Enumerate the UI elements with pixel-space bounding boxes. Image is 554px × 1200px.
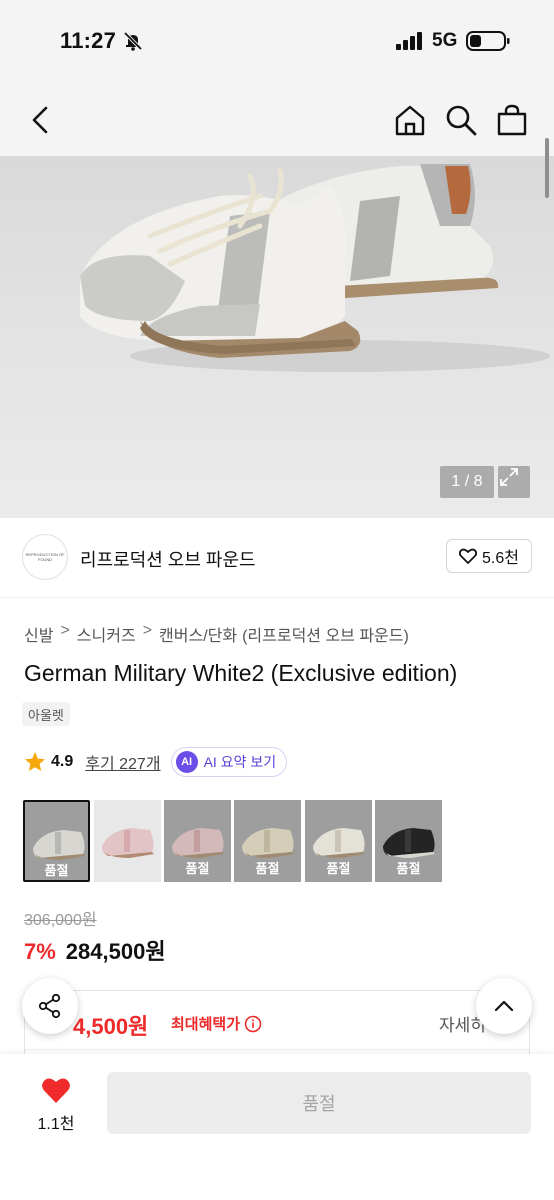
status-bar: 11:27 5G: [0, 0, 554, 84]
benefit-label-group: 최대혜택가: [171, 1013, 262, 1034]
battery-icon: [466, 31, 510, 51]
wishlist-button[interactable]: 1.1천: [24, 1076, 88, 1140]
bottom-action-bar: 1.1천 품절: [0, 1054, 554, 1200]
shopping-bag-icon[interactable]: [494, 102, 530, 138]
heart-outline-icon: [459, 548, 478, 564]
benefit-label: 최대혜택가: [171, 1016, 241, 1033]
product-image[interactable]: 1 / 8: [0, 156, 554, 518]
brand-row: REPRODUCTION OF FOUND 리프로덕션 오브 파운드 5.6천: [0, 518, 554, 598]
share-button[interactable]: [22, 978, 78, 1034]
chevron-right-icon: >: [60, 622, 70, 639]
share-icon: [38, 993, 61, 1019]
brand-logo[interactable]: REPRODUCTION OF FOUND: [22, 534, 68, 580]
soldout-label: 품절: [396, 861, 421, 876]
original-price: 306,000원: [24, 912, 97, 929]
discount-rate: 7%: [24, 939, 56, 964]
home-icon[interactable]: [392, 102, 428, 138]
breadcrumb-item[interactable]: (리프로덕션 오브 파운드): [242, 622, 409, 646]
heart-filled-icon: [42, 1078, 70, 1103]
top-nav: [0, 84, 554, 156]
price-row: 7% 284,500원: [24, 934, 166, 966]
benefit-amount: 4,500원: [73, 1014, 149, 1039]
color-swatches: 품절 품절 품절 품절 품절: [23, 800, 443, 882]
soldout-label: 품절: [185, 861, 210, 876]
soldout-label: 품절: [255, 861, 280, 876]
product-title: German Military White2 (Exclusive editio…: [24, 660, 458, 686]
brand-name[interactable]: 리프로덕션 오브 파운드: [80, 546, 256, 572]
chevron-right-icon: >: [142, 622, 153, 639]
breadcrumb-item[interactable]: 신발: [24, 622, 53, 646]
back-icon[interactable]: [24, 102, 58, 138]
expand-button[interactable]: [498, 466, 530, 498]
brand-logo-text: REPRODUCTION OF FOUND: [25, 552, 65, 562]
reviews-link[interactable]: 후기 227개: [85, 750, 160, 774]
swatch-pink[interactable]: [94, 800, 161, 882]
swatch-cream[interactable]: 품절: [305, 800, 372, 882]
brand-like-button[interactable]: 5.6천: [446, 539, 532, 573]
sale-price: 284,500원: [65, 939, 166, 964]
ai-summary-label: AI 요약 보기: [203, 754, 277, 770]
swatch-grey[interactable]: 품절: [23, 800, 90, 882]
scrollbar-thumb[interactable]: [545, 138, 549, 198]
ai-summary-button[interactable]: AI AI 요약 보기: [170, 747, 288, 777]
swatch-black[interactable]: 품절: [375, 800, 442, 882]
swatch-beige[interactable]: 품절: [234, 800, 301, 882]
image-counter: 1 / 8: [440, 466, 494, 498]
wishlist-count: 1.1천: [37, 1116, 75, 1133]
soldout-label: 품절: [326, 861, 351, 876]
signal-icon: [396, 32, 422, 50]
divider: [25, 1049, 529, 1050]
status-time: 11:27: [60, 28, 117, 53]
star-icon: [25, 752, 45, 771]
rating-value: 4.9: [51, 753, 74, 770]
max-benefit-box[interactable]: 4,500원 최대혜택가 자세히: [24, 990, 530, 1060]
buy-button-disabled[interactable]: 품절: [107, 1072, 531, 1134]
breadcrumb: 신발 > 스니커즈 > 캔버스/단화 (리프로덕션 오브 파운드): [24, 622, 409, 646]
expand-icon: [500, 468, 518, 486]
network-label: 5G: [432, 30, 458, 51]
info-icon[interactable]: [244, 1015, 262, 1033]
soldout-label: 품절: [44, 863, 69, 878]
rating-row: 4.9 후기 227개 AI AI 요약 보기: [24, 747, 288, 777]
chevron-up-icon: [494, 1000, 514, 1012]
breadcrumb-item[interactable]: 캔버스/단화: [159, 622, 237, 646]
scroll-top-button[interactable]: [476, 978, 532, 1034]
brand-like-count: 5.6천: [482, 550, 519, 567]
ai-badge-icon: AI: [175, 751, 198, 773]
search-icon[interactable]: [443, 102, 479, 138]
breadcrumb-item[interactable]: 스니커즈: [77, 622, 136, 646]
bell-muted-icon: [123, 31, 143, 51]
sneaker-photo: [80, 164, 550, 372]
outlet-tag: 아울렛: [22, 702, 70, 726]
swatch-pink-2[interactable]: 품절: [164, 800, 231, 882]
